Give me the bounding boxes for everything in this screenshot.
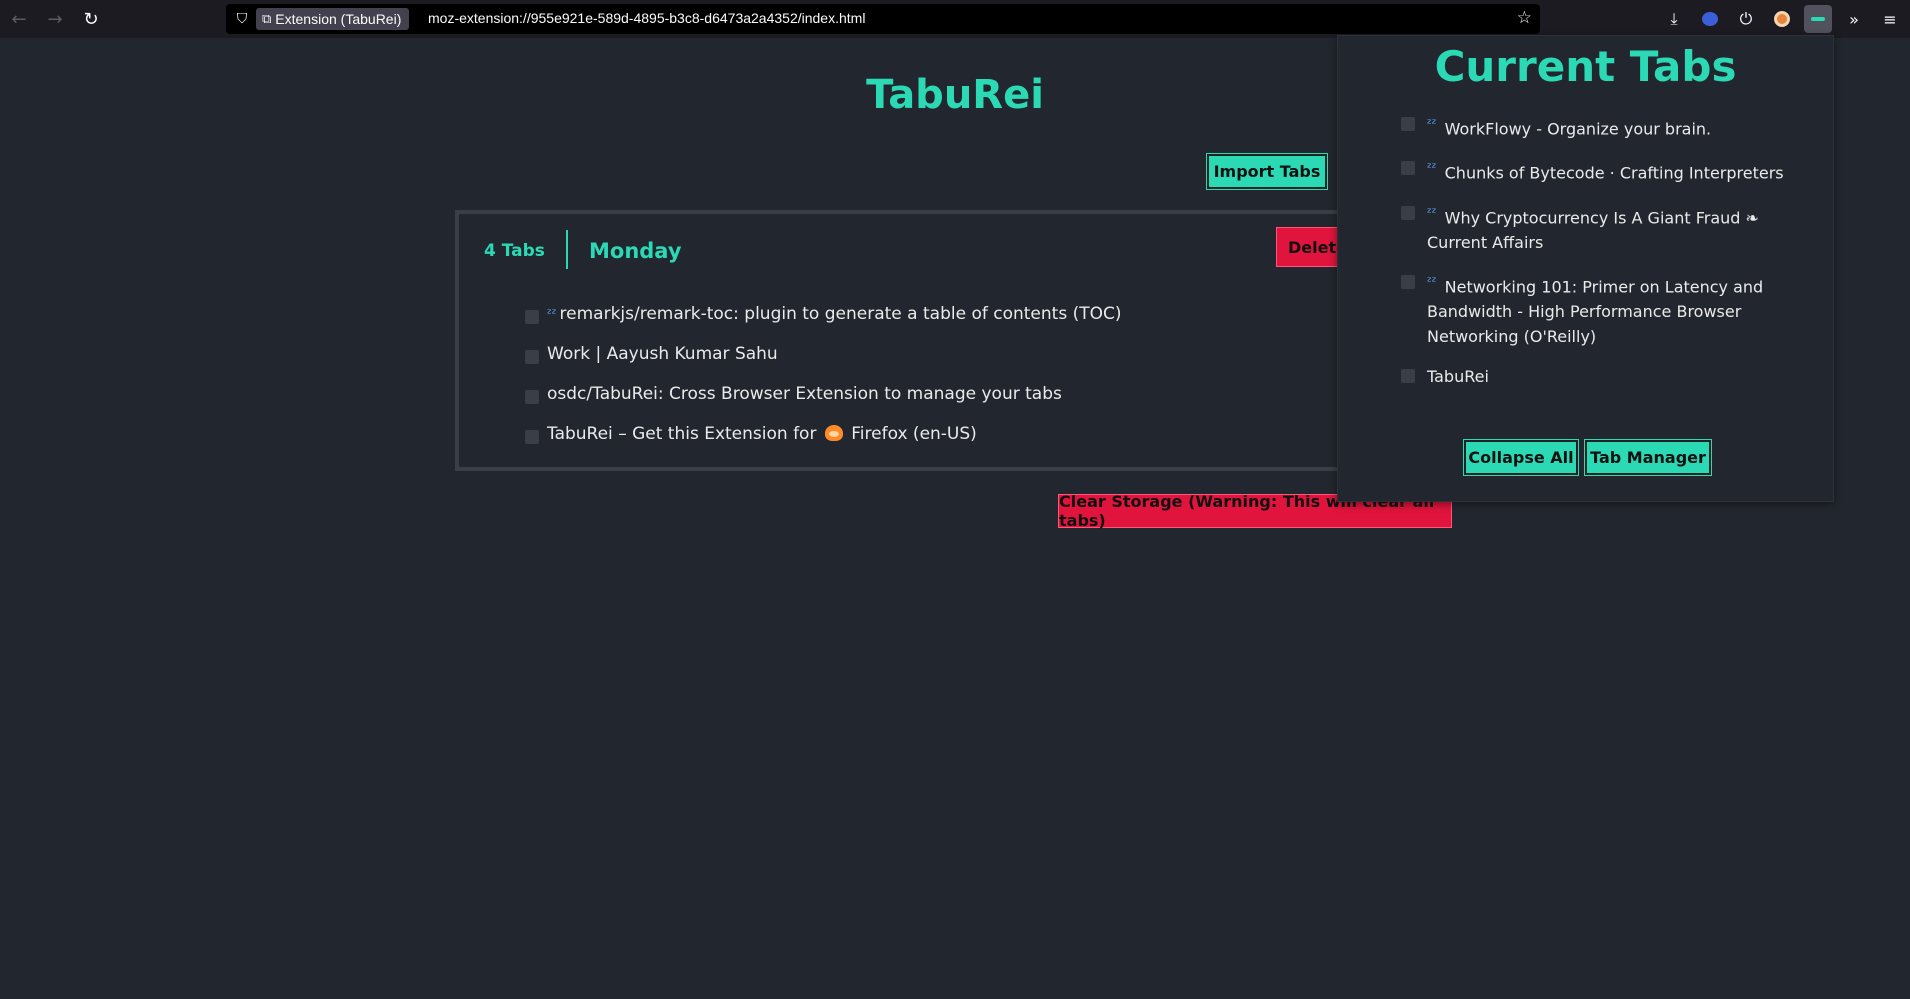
overflow-chevron-icon[interactable]: »: [1840, 5, 1868, 33]
forward-arrow-icon[interactable]: →: [41, 5, 69, 33]
tab-title[interactable]: WorkFlowy - Organize your brain.: [1445, 119, 1712, 138]
tab-title[interactable]: remarkjs/remark-toc: plugin to generate …: [560, 304, 1122, 324]
extension-cat-icon[interactable]: [1768, 5, 1796, 33]
hamburger-menu-icon[interactable]: ≡: [1876, 5, 1904, 33]
url-text[interactable]: moz-extension://955e921e-589d-4895-b3c8-…: [428, 10, 865, 26]
tab-title-end: Firefox (en-US): [851, 424, 977, 444]
sleeping-icon: ᶻᶻ: [1427, 205, 1437, 221]
identity-label: Extension (TabuRei): [275, 11, 402, 27]
puzzle-icon: ⧉: [262, 11, 272, 26]
sleeping-icon: ᶻᶻ: [547, 306, 557, 322]
tab-title[interactable]: Why Cryptocurrency Is A Giant Fraud ❧ Cu…: [1427, 208, 1759, 252]
tab-title-start: TabuRei – Get this Extension for: [547, 424, 817, 444]
group-name[interactable]: Monday: [589, 239, 682, 263]
sleeping-icon: ᶻᶻ: [1427, 161, 1437, 177]
list-item[interactable]: ᶻᶻ remarkjs/remark-toc: plugin to genera…: [525, 294, 1121, 334]
popup-title: Current Tabs: [1434, 42, 1737, 91]
page-title: TabuRei: [866, 72, 1044, 118]
extension-mask-icon[interactable]: [1696, 5, 1724, 33]
back-arrow-icon[interactable]: ←: [5, 5, 33, 33]
sleeping-icon: ᶻᶻ: [1427, 117, 1437, 132]
tab-title[interactable]: TabuRei – Get this Extension for Firefox…: [547, 424, 977, 444]
tab-checkbox[interactable]: [1401, 205, 1415, 220]
tab-title[interactable]: Networking 101: Primer on Latency and Ba…: [1427, 277, 1763, 346]
list-item[interactable]: ᶻᶻ WorkFlowy - Organize your brain.: [1401, 112, 1801, 141]
list-item[interactable]: ᶻᶻ Chunks of Bytecode · Crafting Interpr…: [1401, 156, 1801, 185]
list-item[interactable]: TabuRei: [1401, 364, 1801, 389]
tab-title[interactable]: TabuRei: [1427, 364, 1489, 389]
list-item[interactable]: osdc/TabuRei: Cross Browser Extension to…: [525, 374, 1121, 414]
tab-checkbox[interactable]: [1401, 369, 1415, 384]
tab-checkbox[interactable]: [525, 430, 539, 444]
list-item[interactable]: ᶻᶻ Networking 101: Primer on Latency and…: [1401, 270, 1801, 349]
shield-icon[interactable]: ⛉: [234, 11, 250, 27]
url-bar[interactable]: ⛉ ⧉ Extension (TabuRei) moz-extension://…: [226, 4, 1540, 34]
downloads-icon[interactable]: ⤓: [1660, 5, 1688, 33]
bookmark-star-icon[interactable]: ☆: [1517, 8, 1532, 28]
tab-group: 4 Tabs Monday ᶻᶻ remarkjs/remark-toc: pl…: [455, 210, 1355, 471]
current-tab-list: ᶻᶻ WorkFlowy - Organize your brain. ᶻᶻ C…: [1401, 112, 1801, 404]
tab-title[interactable]: Chunks of Bytecode · Crafting Interprete…: [1445, 164, 1784, 183]
tab-manager-button[interactable]: Tab Manager: [1584, 439, 1712, 476]
power-icon[interactable]: ⏻: [1732, 5, 1760, 33]
saved-tab-list: ᶻᶻ remarkjs/remark-toc: plugin to genera…: [525, 294, 1121, 454]
taburei-extension-icon[interactable]: [1804, 5, 1832, 33]
list-item[interactable]: TabuRei – Get this Extension for Firefox…: [525, 414, 1121, 454]
tab-checkbox[interactable]: [1401, 274, 1415, 289]
tab-title[interactable]: osdc/TabuRei: Cross Browser Extension to…: [547, 384, 1062, 404]
tab-checkbox[interactable]: [1401, 117, 1415, 131]
list-item[interactable]: Work | Aayush Kumar Sahu: [525, 334, 1121, 374]
list-item[interactable]: ᶻᶻ Why Cryptocurrency Is A Giant Fraud ❧…: [1401, 201, 1801, 255]
firefox-emoji-icon: [824, 425, 843, 441]
group-divider: [566, 230, 568, 269]
tab-checkbox[interactable]: [525, 390, 539, 404]
tab-title[interactable]: Work | Aayush Kumar Sahu: [547, 344, 778, 364]
import-tabs-button[interactable]: Import Tabs: [1206, 153, 1328, 190]
collapse-all-button[interactable]: Collapse All: [1463, 439, 1579, 476]
tab-checkbox[interactable]: [1401, 161, 1415, 176]
current-tabs-popup: Current Tabs ᶻᶻ WorkFlowy - Organize you…: [1337, 35, 1834, 502]
delete-group-button[interactable]: Delete: [1276, 227, 1347, 267]
browser-toolbar: ← → ↻ ⛉ ⧉ Extension (TabuRei) moz-extens…: [0, 0, 1910, 38]
tab-checkbox[interactable]: [525, 310, 539, 324]
sleeping-icon: ᶻᶻ: [1427, 274, 1437, 290]
identity-box[interactable]: ⧉ Extension (TabuRei): [256, 8, 410, 30]
tab-checkbox[interactable]: [525, 350, 539, 364]
reload-icon[interactable]: ↻: [77, 5, 105, 33]
tab-count: 4 Tabs: [484, 241, 545, 261]
